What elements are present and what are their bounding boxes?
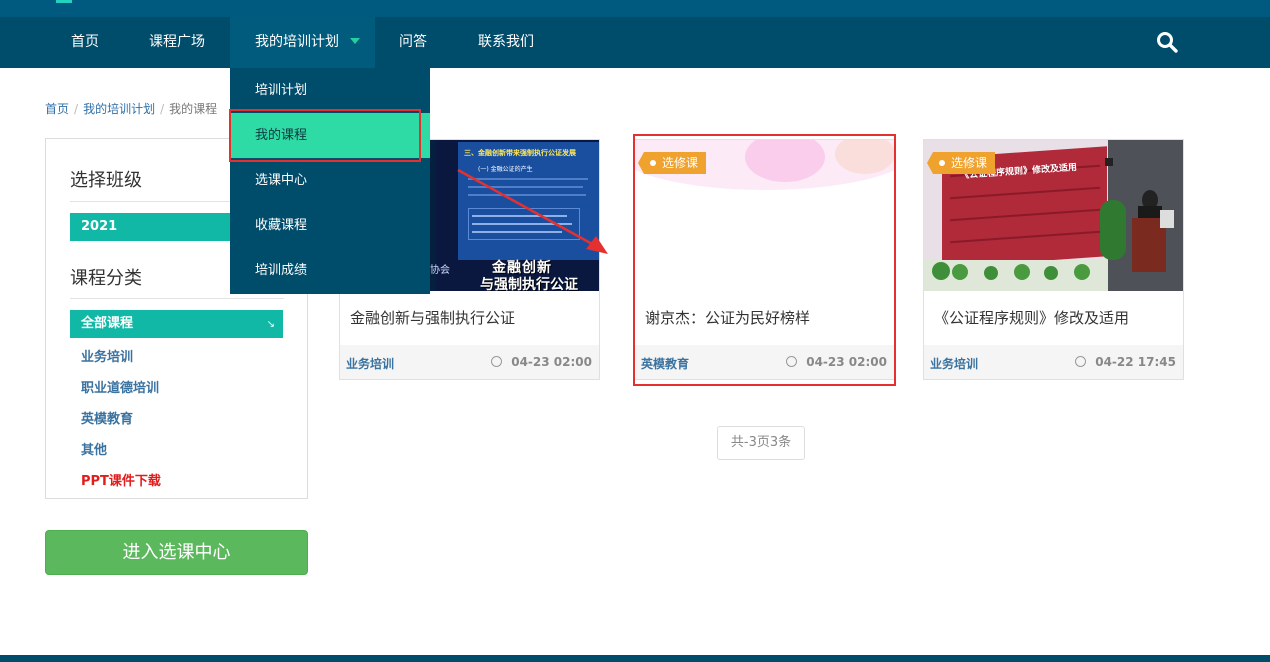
caret-down-icon bbox=[350, 38, 360, 44]
course-time: 04-23 02:00 bbox=[786, 355, 887, 369]
dropdown-item-training-plan[interactable]: 培训计划 bbox=[230, 68, 430, 113]
course-category: 业务培训 bbox=[346, 357, 395, 371]
training-plan-dropdown: 培训计划 我的课程 选课中心 收藏课程 培训成绩 bbox=[230, 68, 430, 294]
course-category: 英模教育 bbox=[641, 357, 690, 371]
course-title[interactable]: 谢京杰：公证为民好榜样 bbox=[645, 307, 810, 328]
course-card[interactable]: 选修课 谢京杰：公证为民好榜样 英模教育 04-23 02:00 bbox=[634, 139, 895, 380]
elective-tag: 选修课 bbox=[637, 152, 707, 174]
nav-my-training-plan[interactable]: 我的培训计划 bbox=[230, 17, 375, 68]
course-footer: 业务培训 04-23 02:00 bbox=[340, 345, 599, 379]
pagination-info: 共-3页3条 bbox=[717, 426, 805, 460]
clock-icon bbox=[1075, 356, 1087, 367]
breadcrumb: 首页 / 我的培训计划 / 我的课程 bbox=[45, 102, 218, 116]
breadcrumb-home[interactable]: 首页 bbox=[45, 102, 69, 116]
category-ppt-download[interactable]: PPT课件下载 bbox=[81, 470, 161, 489]
course-time-text: 04-22 17:45 bbox=[1095, 355, 1176, 369]
category-all-label: 全部课程 bbox=[81, 316, 134, 331]
dropdown-item-course-selection[interactable]: 选课中心 bbox=[230, 158, 430, 203]
nav-home[interactable]: 首页 bbox=[71, 17, 99, 68]
course-time: 04-22 17:45 bbox=[1075, 355, 1176, 369]
slide-subtitle: (一) 金融公证的产生 bbox=[478, 166, 533, 173]
slide-panel: 三、金融创新带来强制执行公证发展 (一) 金融公证的产生 bbox=[458, 142, 599, 260]
nav-course-plaza[interactable]: 课程广场 bbox=[149, 17, 205, 68]
dropdown-item-favorites[interactable]: 收藏课程 bbox=[230, 203, 430, 248]
clock-icon bbox=[786, 356, 798, 367]
dropdown-item-my-courses[interactable]: 我的课程 bbox=[230, 113, 430, 158]
course-time-text: 04-23 02:00 bbox=[806, 355, 887, 369]
main-navbar: 首页 课程广场 我的培训计划 问答 联系我们 bbox=[0, 17, 1270, 68]
logo-fragment bbox=[56, 0, 72, 3]
course-footer: 业务培训 04-22 17:45 bbox=[924, 345, 1183, 379]
course-footer: 英模教育 04-23 02:00 bbox=[635, 345, 894, 379]
clock-icon bbox=[491, 356, 503, 367]
divider bbox=[70, 298, 284, 299]
category-model-education[interactable]: 英模教育 bbox=[81, 408, 133, 427]
course-time: 04-23 02:00 bbox=[491, 355, 592, 369]
course-thumbnail: 选修课 bbox=[635, 140, 894, 291]
course-time-text: 04-23 02:00 bbox=[511, 355, 592, 369]
top-strip bbox=[0, 0, 1270, 17]
nav-contact[interactable]: 联系我们 bbox=[478, 17, 534, 68]
course-category: 业务培训 bbox=[930, 357, 979, 371]
breadcrumb-training-plan[interactable]: 我的培训计划 bbox=[83, 102, 155, 116]
category-other[interactable]: 其他 bbox=[81, 439, 107, 458]
nav-qa[interactable]: 问答 bbox=[399, 17, 427, 68]
course-title[interactable]: 《公证程序规则》修改及适用 bbox=[934, 307, 1129, 328]
corner-arrow-icon: ↘ bbox=[266, 319, 275, 330]
course-thumbnail: 《公证程序规则》修改及适用 选修课 bbox=[924, 140, 1183, 291]
course-title[interactable]: 金融创新与强制执行公证 bbox=[350, 307, 515, 328]
breadcrumb-current: 我的课程 bbox=[169, 102, 218, 116]
nav-my-training-plan-label: 我的培训计划 bbox=[255, 34, 339, 50]
slide-title: 三、金融创新带来强制执行公证发展 bbox=[464, 149, 576, 157]
elective-tag: 选修课 bbox=[926, 152, 996, 174]
class-heading: 选择班级 bbox=[70, 170, 142, 191]
category-ethics-training[interactable]: 职业道德培训 bbox=[81, 377, 159, 396]
org-text: 协会 bbox=[430, 265, 450, 276]
footer-strip bbox=[0, 655, 1270, 662]
dropdown-item-scores[interactable]: 培训成绩 bbox=[230, 248, 430, 293]
enter-course-center-button[interactable]: 进入选课中心 bbox=[45, 530, 308, 575]
thumb-big-text-2: 与强制执行公证 bbox=[480, 277, 578, 291]
category-all-courses[interactable]: 全部课程 ↘ bbox=[70, 310, 283, 338]
category-heading: 课程分类 bbox=[70, 268, 142, 289]
category-business-training[interactable]: 业务培训 bbox=[81, 346, 133, 365]
course-card[interactable]: 《公证程序规则》修改及适用 选修课 《公证程序规则》修改及适用 业务培训 04-… bbox=[923, 139, 1184, 380]
search-icon[interactable] bbox=[1155, 30, 1179, 54]
